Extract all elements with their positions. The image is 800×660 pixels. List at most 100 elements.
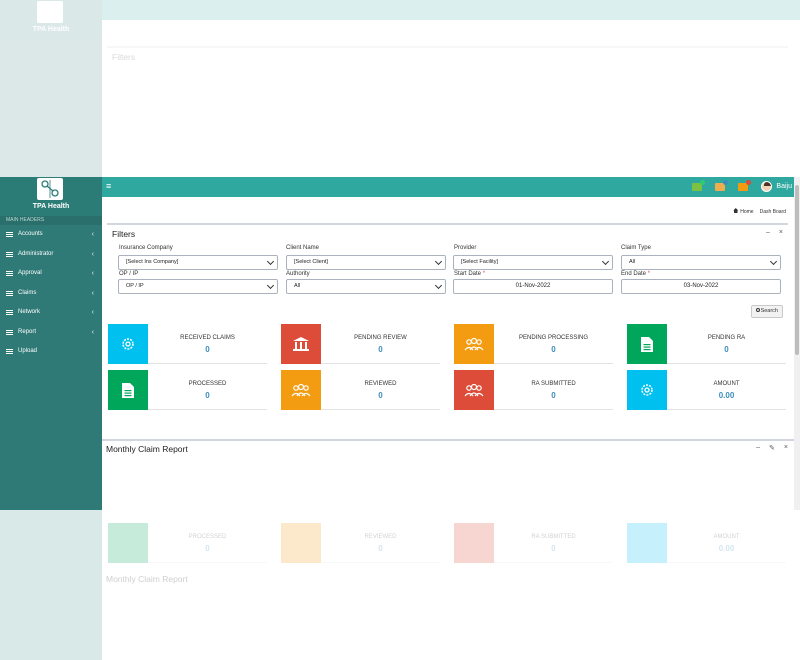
chevron-down-icon [266,281,275,290]
breadcrumb: Home Dash Board [733,208,786,215]
avatar [761,180,773,192]
tile-value: 0 [378,391,383,400]
ghost-tile-value: 0 [378,544,383,553]
tile-value: 0 [378,345,383,354]
chevron-down-icon [434,281,443,290]
tile-pending-review[interactable]: PENDING REVIEW 0 [281,324,440,364]
sidebar-item-label: Network [18,309,41,315]
tile-ra-submitted[interactable]: RA SUBMITTED 0 [454,370,613,410]
ghost-tile-value: 0 [551,544,556,553]
chevron-left-icon: ‹ [91,231,94,238]
list-icon [6,329,13,335]
tile-processed[interactable]: PROCESSED 0 [108,370,267,410]
collapse-icon[interactable]: – [766,229,770,236]
chevron-left-icon: ‹ [91,309,94,316]
brand-name: TPA Health [32,203,70,210]
ghost-tile-value: 0.00 [718,544,735,553]
sidebar-item-label: Administrator [18,250,54,257]
tile-title: PENDING RA [707,335,746,341]
sidebar-item-label: Claims [18,289,37,296]
ghost-filters: Filters [107,46,788,141]
monthly-claim-report-panel: Monthly Claim Report – ✎ × [102,439,800,517]
search-icon [755,308,760,312]
scrollbar[interactable] [794,177,800,510]
ghost-topbar [0,0,800,20]
tile-title: RA SUBMITTED [531,381,576,387]
ghost-tiles: PROCESSED 0 REVIEWED 0 RA SUBMITTED 0 AM… [102,510,800,660]
ghost-tile: REVIEWED 0 [281,523,440,563]
navbar-icons: Baiju [692,180,792,192]
ghost-filters-title: Filters [112,52,136,62]
end-date-input[interactable]: 03-Nov-2022 [621,279,781,294]
op-ip-select[interactable]: OP / IP [118,279,278,294]
chevron-left-icon: ‹ [91,289,94,297]
sidebar: MAIN HEADERS Accounts ‹ Administrator ‹ … [0,216,102,517]
claim-type-select[interactable]: All [621,255,781,270]
gear-icon [627,370,667,410]
client-name-select[interactable]: [Select Client] [286,255,446,270]
insurance-company-label: Insurance Company [119,245,173,251]
sidebar-item-report[interactable]: Report ‹ [0,323,102,343]
breadcrumb-current: Dash Board [759,208,786,215]
wrench-icon[interactable]: ✎ [769,444,775,452]
tile-title: REVIEWED [364,381,397,387]
start-date-input[interactable]: 01-Nov-2022 [453,279,613,294]
ghost-tile-value: 0 [205,544,210,553]
menu-toggle-icon[interactable]: ≡ [106,182,111,191]
sidebar-item-administrator[interactable]: Administrator ‹ [0,245,102,265]
tile-pending-ra[interactable]: PENDING RA 0 [627,324,786,364]
tile-pending-processing[interactable]: PENDING PROCESSING 0 [454,324,613,364]
gear-icon [108,324,148,364]
sidebar-item-approval[interactable]: Approval ‹ [0,264,102,284]
tile-title: AMOUNT [713,381,740,387]
sidebar-item-label: Upload [18,348,38,354]
brand-block[interactable]: TPA Health [0,177,102,216]
client-name-label: Client Name [286,245,320,251]
list-icon [6,349,13,354]
ghost-tile-title: RA SUBMITTED [531,534,576,540]
insurance-company-select[interactable]: [Select Ins Company] [118,255,278,270]
tile-title: PROCESSED [188,381,227,387]
bell-icon[interactable] [738,180,752,192]
report-title: Monthly Claim Report [106,444,188,454]
ghost-sidebar-bottom [0,510,102,660]
ghost-tile: PROCESSED 0 [108,523,267,563]
provider-select[interactable]: [Select Facility] [453,255,613,270]
sidebar-item-claims[interactable]: Claims ‹ [0,284,102,304]
main-content: Home Dash Board Filters – × Insurance Co… [102,197,800,517]
users-icon [454,324,494,364]
close-icon[interactable]: × [779,229,783,236]
sidebar-item-accounts[interactable]: Accounts ‹ [0,225,102,245]
chevron-down-icon [601,257,610,266]
ghost-brand-name: TPA Health [32,26,70,33]
breadcrumb-home[interactable]: Home [733,208,754,215]
scrollbar-thumb[interactable] [795,185,799,355]
document-icon [108,370,148,410]
chevron-left-icon: ‹ [91,250,94,258]
chevron-left-icon: ‹ [91,328,94,336]
users-icon [454,370,494,410]
user-menu[interactable]: Baiju [761,180,792,192]
tile-amount[interactable]: AMOUNT 0.00 [627,370,786,410]
authority-select[interactable]: All [286,279,446,294]
sidebar-item-label: Report [18,328,37,335]
users-icon [281,523,321,563]
tile-value: 0 [205,345,210,354]
sidebar-item-network[interactable]: Network ‹ [0,303,102,323]
filters-panel: Filters – × Insurance Company [Select In… [107,223,788,318]
search-button[interactable]: Search [750,305,783,318]
top-navbar: ≡ Baiju [0,177,800,197]
chevron-down-icon [266,257,275,266]
tile-value: 0 [205,391,210,400]
close-icon[interactable]: × [784,444,788,452]
sidebar-item-upload[interactable]: Upload [0,342,102,362]
tile-received-claims[interactable]: RECEIVED CLAIMS 0 [108,324,267,364]
flag-icon[interactable] [715,180,729,192]
tile-reviewed[interactable]: REVIEWED 0 [281,370,440,410]
ghost-logo-icon [37,1,63,23]
collapse-icon[interactable]: – [756,444,760,452]
list-icon [6,232,13,237]
tile-value: 0 [551,391,556,400]
list-icon [6,310,13,315]
mail-icon[interactable] [692,180,706,192]
